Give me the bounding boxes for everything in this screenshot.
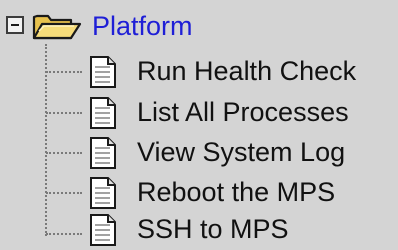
- open-folder-icon: [32, 14, 82, 40]
- tree-item-reboot-the-mps[interactable]: Reboot the MPS: [0, 173, 398, 213]
- document-icon: [90, 214, 116, 246]
- tree-node-platform[interactable]: Platform: [0, 8, 398, 44]
- document-icon: [90, 97, 116, 129]
- document-icon: [90, 137, 116, 169]
- document-icon: [90, 177, 116, 209]
- document-icon: [90, 56, 116, 88]
- tree-item-label[interactable]: Run Health Check: [137, 54, 356, 88]
- tree-node-label[interactable]: Platform: [92, 9, 193, 43]
- tree-item-run-health-check[interactable]: Run Health Check: [0, 52, 398, 92]
- tree-item-list-all-processes[interactable]: List All Processes: [0, 93, 398, 133]
- tree-item-label[interactable]: List All Processes: [137, 95, 349, 129]
- tree-item-ssh-to-mps[interactable]: SSH to MPS: [0, 210, 398, 250]
- tree-item-label[interactable]: SSH to MPS: [137, 212, 289, 246]
- tree-item-view-system-log[interactable]: View System Log: [0, 133, 398, 173]
- collapse-toggle-icon[interactable]: [6, 16, 24, 34]
- tree-view: Platform Run Health Check List All Proce…: [0, 0, 398, 250]
- tree-item-label[interactable]: Reboot the MPS: [137, 175, 335, 209]
- tree-item-label[interactable]: View System Log: [137, 135, 345, 169]
